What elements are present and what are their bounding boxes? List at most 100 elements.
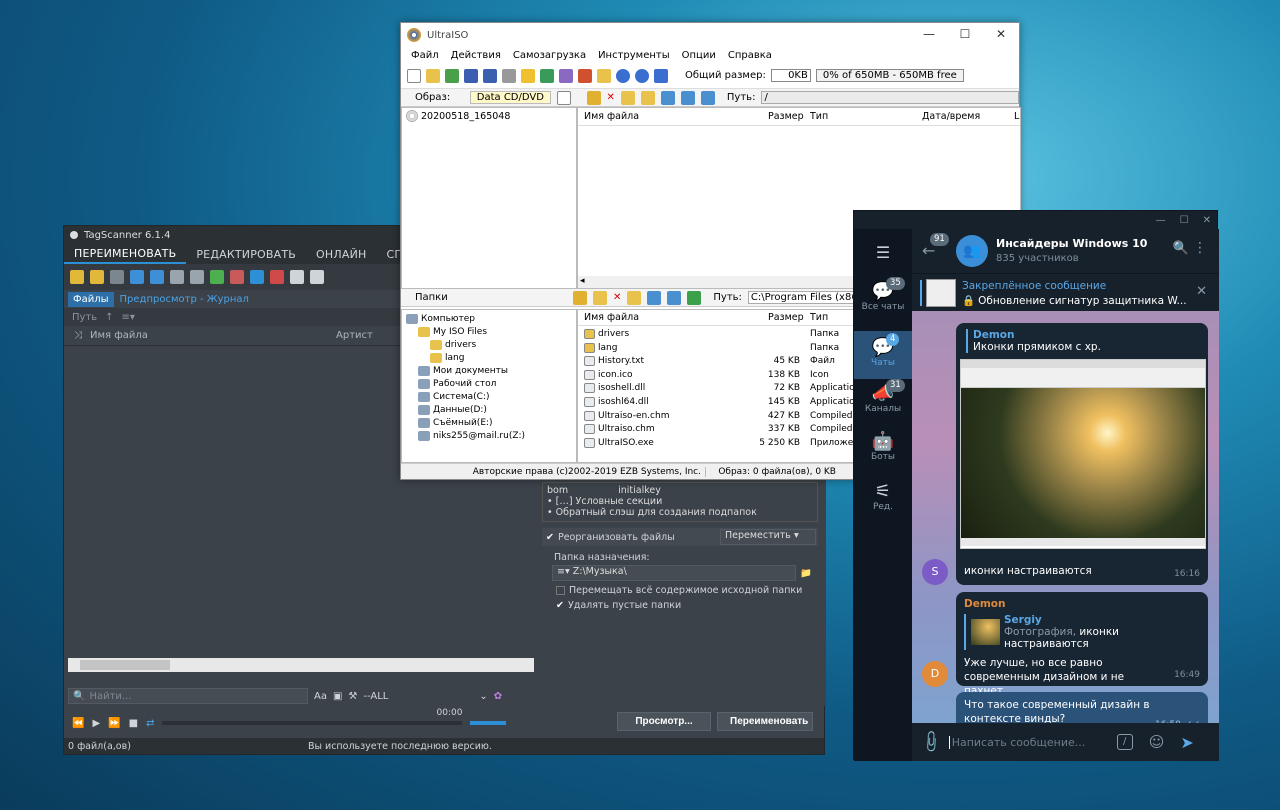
menu-options[interactable]: Опции: [676, 50, 722, 61]
compress-icon[interactable]: [540, 68, 554, 83]
new-local-folder-icon[interactable]: [593, 290, 607, 305]
preview-button[interactable]: Просмотр...: [617, 712, 711, 731]
message-input[interactable]: Написать сообщение...: [948, 735, 1109, 749]
menu-help[interactable]: Справка: [722, 50, 778, 61]
pinned-close-icon[interactable]: ✕: [1196, 284, 1207, 299]
play-icon[interactable]: ▶: [92, 718, 100, 729]
folder-chats[interactable]: 💬 Чаты 4: [854, 331, 912, 379]
tools-icon[interactable]: [290, 270, 304, 284]
new-icon[interactable]: [407, 68, 421, 83]
rewind-icon[interactable]: ⏪: [72, 718, 84, 729]
bottom-path-field[interactable]: C:\Program Files (x86)\UltraISO: [747, 291, 870, 304]
arrow-down-icon[interactable]: [170, 270, 184, 284]
tg-close-button[interactable]: ✕: [1203, 215, 1211, 226]
wrench-icon[interactable]: ⚒: [348, 691, 357, 702]
add-folder-icon[interactable]: [90, 270, 104, 284]
tree-item[interactable]: lang: [402, 351, 576, 364]
folder-channels[interactable]: 📣 Каналы 31: [854, 379, 912, 414]
search-input-box[interactable]: 🔍 Найти...: [68, 688, 308, 704]
rename-local-icon[interactable]: [627, 290, 642, 305]
stop-icon[interactable]: ■: [129, 718, 138, 729]
tab-preview[interactable]: Предпросмотр - Журнал: [120, 294, 249, 305]
message-reply[interactable]: Demon Sergiy Фотография, иконки настраив…: [956, 592, 1208, 697]
burn-icon[interactable]: [502, 68, 516, 83]
tree-item[interactable]: Мои документы: [402, 364, 576, 377]
delete-icon[interactable]: ✕: [607, 92, 615, 103]
folder-bots[interactable]: 🤖 Боты: [854, 431, 912, 462]
filter-icon[interactable]: [250, 270, 264, 284]
channel-name[interactable]: Инсайдеры Windows 10: [996, 237, 1147, 250]
refresh-icon[interactable]: [660, 90, 675, 105]
settings-icon[interactable]: [680, 90, 695, 105]
sort-az-icon[interactable]: [230, 270, 244, 284]
reorganize-mode-select[interactable]: Переместить ▾: [719, 529, 816, 545]
iso-tree-pane[interactable]: 20200518_165048: [401, 107, 577, 289]
forward-icon[interactable]: ⏩: [108, 718, 120, 729]
reorganize-checkbox[interactable]: ✔: [546, 532, 554, 543]
col-date[interactable]: Дата/время: [922, 111, 980, 122]
close-button[interactable]: ✕: [985, 27, 1017, 41]
regex-icon[interactable]: ▣: [333, 691, 342, 702]
menu-actions[interactable]: Действия: [445, 50, 507, 61]
print-icon[interactable]: [310, 270, 324, 284]
iso-root-item[interactable]: 20200518_165048: [402, 108, 576, 124]
dest-input[interactable]: ≡▾ Z:\Музыка\: [552, 565, 796, 581]
menu-tools[interactable]: Инструменты: [592, 50, 676, 61]
col-artist[interactable]: Артист: [336, 330, 373, 341]
folder-browse-icon[interactable]: 📁: [800, 568, 812, 579]
top-path-field[interactable]: /: [761, 91, 1019, 104]
open-icon[interactable]: [426, 68, 440, 83]
tree-item[interactable]: My ISO Files: [402, 325, 576, 338]
local-col-name[interactable]: Имя файла: [584, 312, 639, 323]
wizard-icon[interactable]: [578, 68, 592, 83]
up-local-icon[interactable]: [573, 290, 587, 305]
up-folder-icon[interactable]: [586, 90, 601, 105]
avatar-d[interactable]: D: [922, 661, 948, 687]
filter-all[interactable]: --ALL: [363, 691, 473, 702]
view-icon[interactable]: [700, 90, 715, 105]
delete-local-icon[interactable]: ✕: [613, 292, 621, 303]
up-arrow-icon[interactable]: ↑: [105, 312, 113, 323]
more-icon[interactable]: ⋮: [1193, 240, 1207, 256]
settings-local-icon[interactable]: [667, 290, 682, 305]
grid-icon[interactable]: [130, 270, 144, 284]
avatar-s[interactable]: S: [922, 559, 948, 585]
folder-edit[interactable]: ⚟ Ред.: [854, 481, 912, 512]
delete-empty-checkbox[interactable]: ✔: [556, 600, 564, 611]
tree-item[interactable]: Съёмный(E:): [402, 416, 576, 429]
search-icon[interactable]: 🔍: [1173, 241, 1189, 256]
tab-files[interactable]: Файлы: [68, 291, 114, 307]
tab-online[interactable]: ОНЛАЙН: [306, 248, 376, 261]
arrow-up-icon[interactable]: [190, 270, 204, 284]
image-type-select[interactable]: Data CD/DVD: [470, 91, 551, 104]
move-all-checkbox[interactable]: [556, 586, 565, 595]
tg-maximize-button[interactable]: ☐: [1180, 215, 1189, 226]
tree-item[interactable]: Рабочий стол: [402, 377, 576, 390]
folder-all-chats[interactable]: 💬 Все чаты 35: [854, 277, 912, 312]
col-name[interactable]: Имя файла: [584, 111, 639, 122]
minimize-button[interactable]: —: [913, 27, 945, 41]
rename-button[interactable]: Переименовать: [717, 712, 813, 731]
new-folder-icon[interactable]: [620, 90, 635, 105]
hamburger-menu-icon[interactable]: ☰: [854, 243, 912, 262]
undo-icon[interactable]: [110, 270, 124, 284]
tab-edit[interactable]: РЕДАКТИРОВАТЬ: [186, 248, 306, 261]
send-icon[interactable]: ➤: [1180, 733, 1193, 752]
refresh-local-icon[interactable]: [647, 290, 662, 305]
local-col-type[interactable]: Тип: [810, 312, 828, 323]
pinned-message-bar[interactable]: Закреплённое сообщение 🔒 Обновление сигн…: [912, 273, 1219, 311]
tree-item[interactable]: niks255@mail.ru(Z:): [402, 429, 576, 442]
menu-file[interactable]: Файл: [405, 50, 445, 61]
attach-icon[interactable]: 📎: [918, 729, 944, 755]
message-text[interactable]: иконки настраиваются 16:16: [956, 561, 1208, 585]
search-input[interactable]: Найти...: [89, 691, 131, 702]
image-icon[interactable]: [270, 270, 284, 284]
commands-icon[interactable]: /: [1116, 734, 1133, 750]
chevron-down-icon[interactable]: ⌄: [479, 691, 487, 702]
message-image[interactable]: Demon Иконки прямиком с хр.: [956, 323, 1208, 583]
tab-rename[interactable]: ПЕРЕИМЕНОВАТЬ: [64, 244, 187, 264]
properties-icon[interactable]: [616, 68, 630, 83]
mount-icon[interactable]: [521, 68, 535, 83]
rename-icon[interactable]: [640, 90, 655, 105]
open-cd-icon[interactable]: [445, 68, 459, 83]
